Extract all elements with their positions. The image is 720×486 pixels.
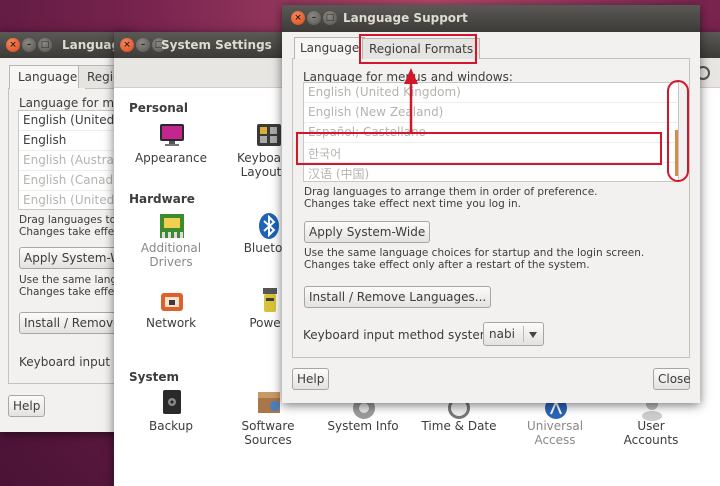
- language-support-window: × – □ Language Support Language Regional…: [282, 5, 700, 403]
- appearance-icon[interactable]: [158, 121, 186, 149]
- minimize-icon[interactable]: –: [136, 38, 150, 52]
- network-label[interactable]: Network: [126, 316, 216, 330]
- software-sources-label-1[interactable]: Software: [223, 419, 313, 433]
- minimize-icon[interactable]: –: [307, 11, 321, 25]
- bluetooth-label[interactable]: Blueto: [238, 241, 288, 255]
- annotation-box-regional-formats: [359, 34, 477, 64]
- tab-language[interactable]: Language: [294, 37, 366, 59]
- user-accounts-label-2[interactable]: Accounts: [606, 433, 696, 447]
- back-window-titlebar: × – □ Language: [0, 32, 130, 58]
- power-icon[interactable]: [255, 286, 283, 314]
- window-title: Language Support: [343, 11, 468, 25]
- list-item[interactable]: 汉语 (中国): [304, 163, 678, 181]
- additional-drivers-label-2[interactable]: Drivers: [126, 255, 216, 269]
- maximize-icon[interactable]: □: [323, 11, 337, 25]
- close-icon[interactable]: ×: [6, 38, 20, 52]
- maximize-icon[interactable]: □: [38, 38, 52, 52]
- keyboard-input-value: nabi: [489, 327, 515, 341]
- language-heading: Language for men: [19, 96, 130, 110]
- section-heading-system: System: [129, 370, 179, 384]
- backup-icon[interactable]: [158, 388, 186, 416]
- section-heading-personal: Personal: [129, 101, 188, 115]
- bluetooth-icon[interactable]: [255, 212, 283, 240]
- keyboard-layout-label-1[interactable]: Keyboa: [234, 151, 284, 165]
- help-button[interactable]: Help: [8, 395, 46, 417]
- restart-note: Changes take effect: [19, 286, 125, 298]
- list-item[interactable]: English (United Kingdom): [304, 83, 678, 103]
- keyboard-layout-label-2[interactable]: Layout: [236, 165, 286, 179]
- user-accounts-label-1[interactable]: User: [606, 419, 696, 433]
- back-language-window: × – □ Language Language Regio Language f…: [0, 32, 139, 432]
- install-remove-languages-button[interactable]: Install / Remove Languages...: [304, 286, 492, 308]
- effect-note: Changes take effect: [19, 226, 125, 238]
- tab-language[interactable]: Language: [9, 65, 87, 89]
- effect-note: Changes take effect next time you log in…: [304, 198, 521, 210]
- close-button[interactable]: Close: [653, 368, 691, 390]
- system-info-label[interactable]: System Info: [318, 419, 408, 433]
- window-title: System Settings: [161, 38, 272, 52]
- additional-drivers-label-1[interactable]: Additional: [126, 241, 216, 255]
- time-date-label[interactable]: Time & Date: [414, 419, 504, 433]
- help-button[interactable]: Help: [292, 368, 330, 390]
- restart-note: Changes take effect only after a restart…: [304, 259, 590, 271]
- keyboard-input-label: Keyboard input method system:: [303, 328, 496, 342]
- separator: [523, 326, 524, 342]
- chevron-down-icon: [529, 332, 537, 338]
- annotation-box-korean-row: [296, 132, 662, 165]
- network-icon[interactable]: [158, 288, 186, 316]
- keyboard-input-label: Keyboard input m: [19, 355, 126, 369]
- backup-label[interactable]: Backup: [126, 419, 216, 433]
- close-icon[interactable]: ×: [291, 11, 305, 25]
- software-sources-icon[interactable]: [255, 388, 283, 416]
- software-sources-label-2[interactable]: Sources: [223, 433, 313, 447]
- close-icon[interactable]: ×: [120, 38, 134, 52]
- minimize-icon[interactable]: –: [22, 38, 36, 52]
- universal-access-label-1[interactable]: Universal: [510, 419, 600, 433]
- apply-system-wide-button[interactable]: Apply System-Wide: [304, 221, 431, 243]
- universal-access-label-2[interactable]: Access: [510, 433, 600, 447]
- additional-drivers-icon[interactable]: [158, 212, 186, 240]
- list-item[interactable]: English (New Zealand): [304, 103, 678, 123]
- annotation-oval-scrollbar: [667, 80, 689, 182]
- annotation-arrow-icon: [404, 68, 418, 134]
- section-heading-hardware: Hardware: [129, 192, 195, 206]
- language-support-titlebar: × – □ Language Support: [282, 5, 700, 32]
- appearance-label[interactable]: Appearance: [126, 151, 216, 165]
- keyboard-input-select[interactable]: nabi: [483, 322, 544, 346]
- keyboard-layout-icon[interactable]: [255, 121, 283, 149]
